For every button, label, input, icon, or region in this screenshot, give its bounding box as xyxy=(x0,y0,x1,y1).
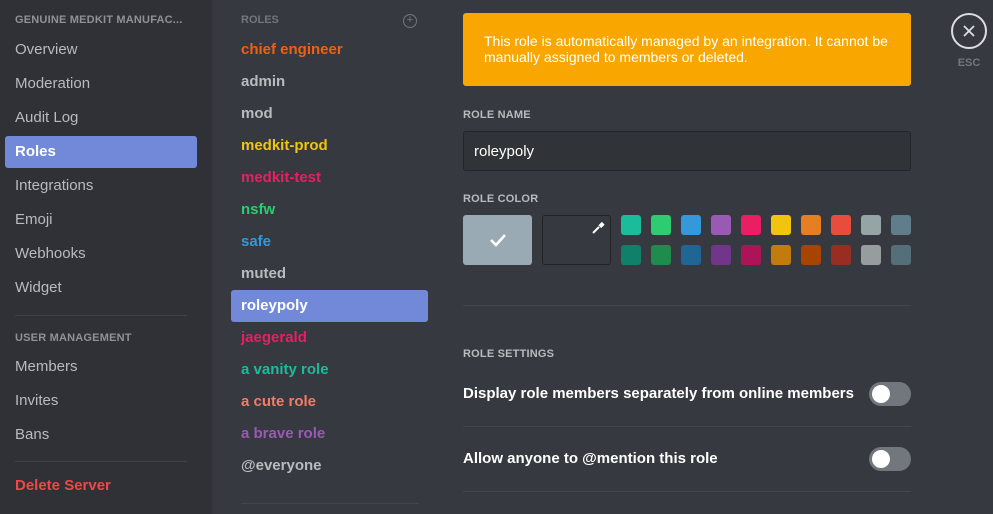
color-swatch[interactable] xyxy=(861,245,881,265)
role-name-input[interactable] xyxy=(463,131,911,171)
settings-sidebar: GENUINE MEDKIT MANUFAC... Overview Moder… xyxy=(0,0,212,514)
setting-hoist-label: Display role members separately from onl… xyxy=(463,385,854,402)
role-item[interactable]: medkit-test xyxy=(231,162,428,194)
role-editor: This role is automatically managed by an… xyxy=(444,0,993,514)
role-item[interactable]: mod xyxy=(231,98,428,130)
setting-mentionable-label: Allow anyone to @mention this role xyxy=(463,450,718,467)
sidebar-item-moderation[interactable]: Moderation xyxy=(5,68,197,100)
sidebar-item-audit-log[interactable]: Audit Log xyxy=(5,102,197,134)
role-item[interactable]: chief engineer xyxy=(231,34,428,66)
custom-color-picker[interactable] xyxy=(542,215,611,265)
color-swatch[interactable] xyxy=(651,215,671,235)
roles-list: ROLES + chief engineer admin mod medkit-pro… xyxy=(212,0,444,514)
role-settings-label: ROLE SETTINGS xyxy=(463,348,555,360)
color-swatch[interactable] xyxy=(861,215,881,235)
role-item[interactable]: a vanity role xyxy=(231,354,428,386)
sidebar-item-roles[interactable]: Roles xyxy=(5,136,197,168)
role-item[interactable]: muted xyxy=(231,258,428,290)
color-swatch[interactable] xyxy=(831,215,851,235)
sidebar-divider xyxy=(15,315,187,316)
setting-divider xyxy=(463,491,911,492)
roles-divider xyxy=(241,503,419,504)
color-swatch[interactable] xyxy=(621,215,641,235)
role-item[interactable]: medkit-prod xyxy=(231,130,428,162)
setting-mentionable-toggle[interactable] xyxy=(869,447,911,471)
default-color-swatch[interactable] xyxy=(463,215,532,265)
color-swatch[interactable] xyxy=(741,245,761,265)
sidebar-item-emoji[interactable]: Emoji xyxy=(5,204,197,236)
color-swatch[interactable] xyxy=(831,245,851,265)
color-swatch[interactable] xyxy=(741,215,761,235)
role-item[interactable]: jaegerald xyxy=(231,322,428,354)
color-swatch[interactable] xyxy=(711,245,731,265)
color-swatch[interactable] xyxy=(681,245,701,265)
role-item[interactable]: roleypoly xyxy=(231,290,428,322)
eyedropper-icon xyxy=(592,221,605,234)
role-color-label: ROLE COLOR xyxy=(463,193,539,205)
sidebar-item-members[interactable]: Members xyxy=(5,351,197,383)
color-swatch[interactable] xyxy=(681,215,701,235)
delete-server-button[interactable]: Delete Server xyxy=(5,470,197,502)
close-icon xyxy=(963,25,975,37)
close-button[interactable] xyxy=(951,13,987,49)
sidebar-item-webhooks[interactable]: Webhooks xyxy=(5,238,197,270)
setting-divider xyxy=(463,426,911,427)
roles-header: ROLES xyxy=(241,14,279,26)
plus-circle-icon[interactable]: + xyxy=(403,14,417,28)
color-swatch[interactable] xyxy=(771,245,791,265)
user-management-header: USER MANAGEMENT xyxy=(15,332,132,344)
color-swatch[interactable] xyxy=(801,215,821,235)
color-swatch[interactable] xyxy=(891,215,911,235)
sidebar-divider xyxy=(15,461,187,462)
color-swatch[interactable] xyxy=(711,215,731,235)
role-item[interactable]: safe xyxy=(231,226,428,258)
server-name-header: GENUINE MEDKIT MANUFAC... xyxy=(15,14,183,26)
role-item[interactable]: admin xyxy=(231,66,428,98)
role-item[interactable]: a cute role xyxy=(231,386,428,418)
role-item[interactable]: nsfw xyxy=(231,194,428,226)
managed-role-notice: This role is automatically managed by an… xyxy=(463,13,911,86)
color-swatch[interactable] xyxy=(771,215,791,235)
color-swatch[interactable] xyxy=(621,245,641,265)
sidebar-item-overview[interactable]: Overview xyxy=(5,34,197,66)
role-name-label: ROLE NAME xyxy=(463,109,531,121)
role-item[interactable]: a brave role xyxy=(231,418,428,450)
role-item[interactable]: @everyone xyxy=(231,450,428,482)
section-divider xyxy=(463,305,911,306)
color-swatch[interactable] xyxy=(801,245,821,265)
sidebar-item-invites[interactable]: Invites xyxy=(5,385,197,417)
color-swatch[interactable] xyxy=(891,245,911,265)
sidebar-item-integrations[interactable]: Integrations xyxy=(5,170,197,202)
sidebar-item-widget[interactable]: Widget xyxy=(5,272,197,304)
sidebar-item-bans[interactable]: Bans xyxy=(5,419,197,451)
checkmark-icon xyxy=(489,234,506,247)
esc-label: ESC xyxy=(957,57,981,69)
setting-hoist-toggle[interactable] xyxy=(869,382,911,406)
color-swatch[interactable] xyxy=(651,245,671,265)
